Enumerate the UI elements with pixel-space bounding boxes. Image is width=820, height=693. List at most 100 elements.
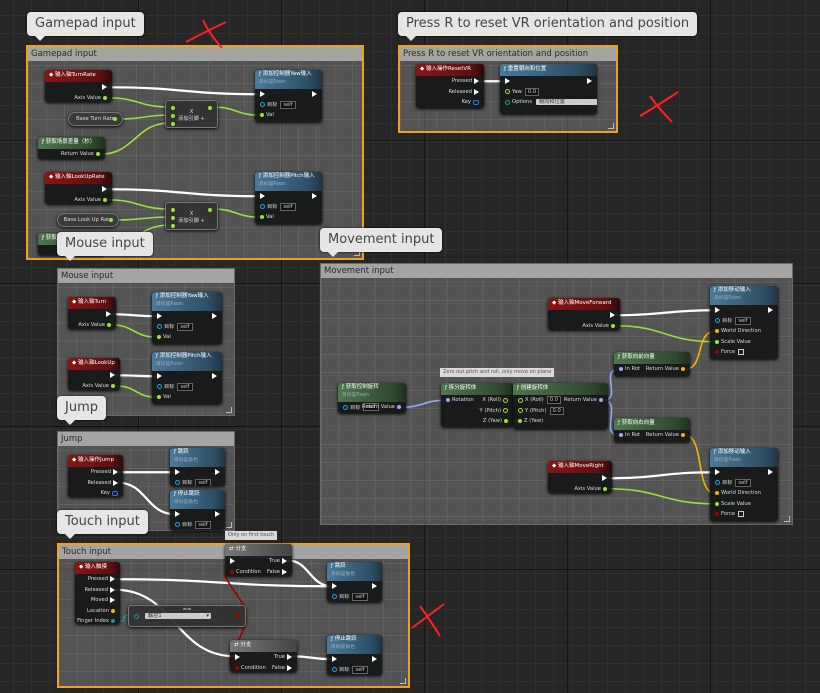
exec-pin[interactable] (260, 193, 265, 200)
pin-default-value[interactable]: 0.0 (546, 396, 561, 405)
output-pin[interactable] (108, 370, 117, 381)
output-pin[interactable] (370, 654, 379, 665)
rotator-pin[interactable] (619, 367, 623, 372)
float-pin[interactable] (518, 419, 522, 424)
exec-pin[interactable] (113, 479, 118, 486)
output-pin[interactable]: Pressed (452, 76, 481, 87)
input-pin[interactable] (173, 509, 182, 520)
mv-break-node[interactable]: ƒ 拆分旋转体 Rotation X (Roll) Y (Pitch) Z (Yaw) (441, 383, 513, 427)
mv-moveright-node[interactable]: ◆ 输入轴MoveRight Axis Value (548, 461, 612, 493)
input-pin[interactable]: Options朝向和位置▾ (503, 97, 597, 108)
comment-title[interactable]: Gamepad input (28, 47, 362, 61)
output-pin[interactable] (585, 76, 594, 87)
float-pin[interactable] (96, 152, 100, 157)
exec-pin[interactable] (235, 654, 240, 661)
output-pin[interactable] (370, 581, 379, 592)
output-pin[interactable]: Pressed (91, 467, 120, 478)
output-pin[interactable]: Location (87, 606, 117, 617)
float-pin[interactable] (103, 197, 107, 202)
comment-title[interactable]: Jump (58, 432, 234, 446)
comment-bubble-jump[interactable]: Jump (57, 396, 106, 425)
float-o-pin[interactable] (503, 397, 508, 403)
key-pin[interactable] (112, 490, 118, 496)
enum-pin[interactable] (505, 99, 510, 105)
comment-title[interactable]: Press R to reset VR orientation and posi… (400, 47, 616, 61)
output-pin[interactable]: Return Value (646, 364, 687, 375)
output-pin[interactable]: True (274, 652, 294, 663)
output-pin[interactable]: Axis Value (74, 195, 109, 205)
comment-bubble-touch[interactable]: Touch input (57, 510, 148, 539)
input-pin[interactable]: Force (713, 347, 745, 358)
tc-branch2-node[interactable]: ⇄ 分支 True Condition False (230, 640, 297, 672)
input-pin[interactable]: 目标 self (155, 322, 193, 333)
exec-pin[interactable] (287, 654, 292, 661)
input-pin[interactable] (155, 311, 164, 322)
input-pin[interactable] (713, 305, 722, 316)
exec-pin[interactable] (215, 469, 220, 476)
output-pin[interactable]: Y (Pitch) (480, 406, 511, 417)
object-pin[interactable] (715, 318, 720, 324)
exec-pin[interactable] (102, 186, 107, 193)
mv-make-node[interactable]: ƒ 创建旋转体 X (Roll) 0.0 Return Value Y (Pitch) 0… (513, 383, 608, 429)
output-pin[interactable]: False (267, 567, 289, 577)
vector-pin[interactable] (681, 433, 685, 438)
exec-pin[interactable] (282, 558, 287, 565)
comment-bubble-movement[interactable]: Movement input (320, 228, 443, 257)
float-pin[interactable] (113, 117, 117, 121)
vr-event-node[interactable]: ◆ 输入操作ResetVR Pressed Released Key (416, 64, 484, 108)
output-pin[interactable] (104, 309, 113, 320)
gp-mult2-node[interactable]: X 添加引脚 + (165, 202, 218, 230)
resize-grip[interactable] (608, 123, 614, 129)
input-pin[interactable] (258, 89, 267, 100)
comment-title[interactable]: Mouse input (58, 269, 234, 283)
input-pin[interactable] (713, 467, 722, 478)
bool-pin[interactable] (715, 350, 719, 355)
float-o-pin[interactable] (505, 89, 510, 95)
mv-getrot-node[interactable]: ƒ 获取控制旋转 目标是Pawn 目标 self Return Value (338, 383, 406, 413)
object-pin[interactable] (260, 102, 265, 108)
output-pin[interactable]: X (Roll) (482, 395, 510, 406)
input-pin[interactable] (173, 467, 182, 478)
resize-grip[interactable] (226, 407, 232, 413)
object-pin[interactable] (157, 384, 162, 390)
input-pin[interactable]: Val (258, 212, 274, 223)
input-pin[interactable] (155, 371, 164, 382)
exec-pin[interactable] (332, 583, 337, 590)
input-pin[interactable]: 目标 self (713, 478, 751, 489)
float-pin[interactable] (157, 335, 161, 340)
jp-jump-node[interactable]: ƒ 跳跃 目标是角色 目标 self (170, 448, 225, 486)
exec-pin[interactable] (215, 511, 220, 518)
pin-default-value[interactable]: self (177, 322, 193, 331)
object-pin[interactable] (343, 404, 348, 410)
exec-pin[interactable] (332, 656, 337, 663)
rotator-pin[interactable] (397, 405, 401, 410)
pin-default-value[interactable]: self (195, 478, 211, 486)
mv-add1-node[interactable]: ƒ 添加移动输入 目标是Pawn 目标 self World Direction Scal… (710, 286, 778, 359)
exec-pin[interactable] (157, 373, 162, 380)
exec-pin[interactable] (106, 311, 111, 318)
exec-pin[interactable] (587, 78, 592, 85)
input-pin[interactable]: Condition (228, 567, 261, 577)
output-pin[interactable] (210, 371, 219, 382)
output-pin[interactable]: False (272, 663, 294, 673)
float-pin[interactable] (603, 486, 607, 491)
output-pin[interactable]: Axis Value (82, 381, 117, 391)
mv-moveforward-node[interactable]: ◆ 输入轴MoveForward Axis Value (548, 298, 620, 330)
float-o-pin[interactable] (518, 397, 523, 403)
object-pin[interactable] (175, 480, 180, 486)
ms-lookup-node[interactable]: ◆ 输入轴LookUp Axis Value (68, 358, 120, 390)
ms-pitch-node[interactable]: ƒ 添加控制器Pitch输入 目标是Pawn 目标 self Val (152, 352, 222, 404)
bool-pin[interactable] (236, 614, 240, 618)
gp-pitch-node[interactable]: ƒ 添加控制器Pitch输入 目标是Pawn 目标 self Val (255, 172, 322, 224)
input-pin[interactable]: Scale Value (713, 337, 751, 348)
exec-pin[interactable] (768, 469, 773, 476)
exec-pin[interactable] (287, 664, 292, 671)
output-pin[interactable]: Axis Value (74, 93, 109, 103)
exec-pin[interactable] (505, 78, 510, 85)
input-pin[interactable]: Scale Value (713, 499, 751, 510)
input-pin[interactable]: In Rot (617, 364, 640, 375)
exec-pin[interactable] (312, 91, 317, 98)
input-pin[interactable]: 目标 self (258, 202, 296, 213)
exec-pin[interactable] (212, 313, 217, 320)
input-pin[interactable]: Force (713, 509, 745, 520)
